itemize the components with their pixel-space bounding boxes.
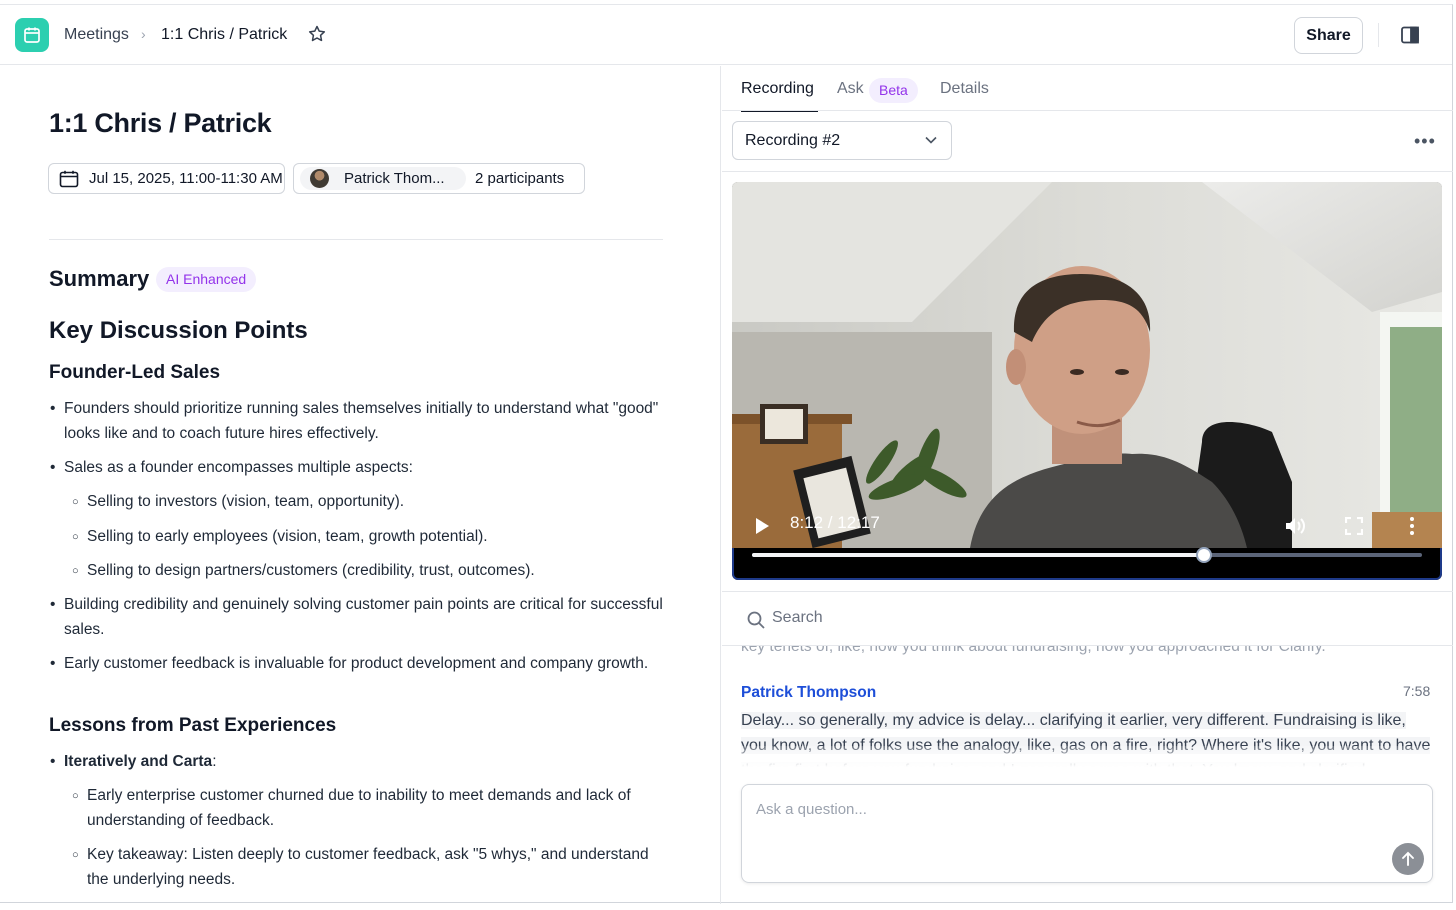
list-item: • Early customer feedback is invaluable f… xyxy=(50,655,649,672)
list-item: • Iteratively and Carta: xyxy=(50,753,217,770)
divider xyxy=(722,171,1453,172)
calendar-icon xyxy=(59,170,79,188)
ai-enhanced-badge: AI Enhanced xyxy=(156,267,257,292)
progress-track[interactable] xyxy=(752,547,1422,563)
meeting-app: Meetings › 1:1 Chris / Patrick Share 1:1… xyxy=(0,4,1453,904)
list-item: • Founders should prioritize running sale… xyxy=(50,400,659,442)
fade-overlay xyxy=(722,746,1452,767)
chevron-right-icon: › xyxy=(141,26,146,42)
beta-badge: Beta xyxy=(869,78,918,103)
star-icon[interactable] xyxy=(307,24,327,49)
list-item: • Building credibility and genuinely solv… xyxy=(50,596,663,638)
tab-ask[interactable]: Ask xyxy=(837,80,864,98)
arrow-up-icon xyxy=(1402,851,1414,866)
share-button[interactable]: Share xyxy=(1294,17,1363,54)
transcript-previous-line: key tenets of, like, how you think about… xyxy=(741,646,1326,655)
progress-fill xyxy=(752,553,1204,557)
search-icon xyxy=(746,610,766,635)
recording-select[interactable]: Recording #2 xyxy=(732,121,952,160)
list-item: ○ Selling to design partners/customers (c… xyxy=(72,562,535,579)
participant-count: 2 participants xyxy=(475,170,565,187)
volume-icon[interactable] xyxy=(1284,515,1306,542)
send-button[interactable] xyxy=(1392,843,1424,875)
meeting-datetime: Jul 15, 2025, 11:00-11:30 AM xyxy=(89,170,283,187)
date-chip[interactable]: Jul 15, 2025, 11:00-11:30 AM xyxy=(48,163,285,194)
recording-select-value: Recording #2 xyxy=(745,132,841,149)
participant-name: Patrick Thom... xyxy=(344,170,445,187)
avatar xyxy=(310,169,329,188)
tab-details[interactable]: Details xyxy=(940,80,989,98)
list-item: ○ Early enterprise customer churned due t… xyxy=(72,787,631,829)
ask-question-input[interactable] xyxy=(756,797,1376,821)
speaker-name[interactable]: Patrick Thompson xyxy=(741,684,876,702)
breadcrumb-meetings[interactable]: Meetings xyxy=(64,25,129,45)
list-item: ○ Key takeaway: Listen deeply to customer… xyxy=(72,846,649,888)
play-icon[interactable] xyxy=(754,517,770,540)
chevron-down-icon xyxy=(925,136,937,144)
notes-panel: 1:1 Chris / Patrick Jul 15, 2025, 11:00-… xyxy=(0,66,721,904)
more-icon[interactable]: ••• xyxy=(1414,131,1436,152)
breadcrumb-current: 1:1 Chris / Patrick xyxy=(161,26,288,43)
divider xyxy=(722,110,1453,111)
section-heading: Founder-Led Sales xyxy=(49,362,221,383)
list-item: ○ Selling to investors (vision, team, opp… xyxy=(72,493,405,510)
progress-knob[interactable] xyxy=(1195,547,1212,563)
transcript-timestamp[interactable]: 7:58 xyxy=(1403,683,1430,699)
divider xyxy=(49,239,663,240)
fullscreen-icon[interactable] xyxy=(1344,516,1364,540)
divider xyxy=(722,591,1453,592)
panel-toggle-icon[interactable] xyxy=(1400,25,1420,50)
page-title: 1:1 Chris / Patrick xyxy=(49,108,272,138)
divider xyxy=(1378,23,1379,47)
tab-recording[interactable]: Recording xyxy=(741,80,814,98)
transcript-search-input[interactable] xyxy=(772,606,1432,630)
video-time: 8:12 / 12:17 xyxy=(790,513,880,532)
summary-heading: Summary xyxy=(49,266,150,291)
video-frame xyxy=(732,182,1442,549)
participants-chip[interactable]: Patrick Thom... 2 participants xyxy=(293,163,585,194)
more-vertical-icon[interactable] xyxy=(1409,516,1415,541)
key-discussion-heading: Key Discussion Points xyxy=(49,317,308,344)
calendar-icon[interactable] xyxy=(15,18,49,52)
transcript-list: key tenets of, like, how you think about… xyxy=(722,646,1452,767)
top-bar: Meetings › 1:1 Chris / Patrick Share xyxy=(0,5,1452,65)
section-heading: Lessons from Past Experiences xyxy=(49,715,337,736)
list-item: ○ Selling to early employees (vision, tea… xyxy=(72,528,488,545)
list-item: • Sales as a founder encompasses multiple… xyxy=(50,459,413,476)
